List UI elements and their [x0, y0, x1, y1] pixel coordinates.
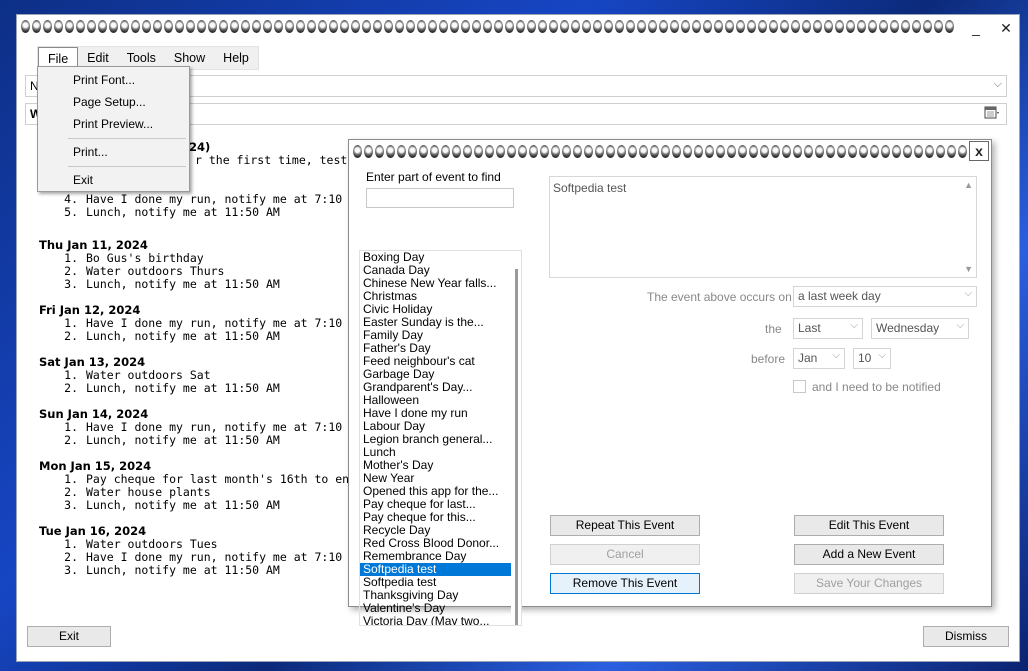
event-row: 1. Pay cheque for last month's 16th to en… [64, 472, 369, 486]
before-month-select[interactable]: Jan ⌵ [793, 348, 845, 369]
list-item[interactable]: Victoria Day (May two... [360, 615, 521, 626]
event-row: 1. Water outdoors Sat [64, 368, 211, 382]
scrollbar-thumb[interactable] [515, 269, 518, 625]
dialog-body: Enter part of event to find Boxing Day Ca… [353, 166, 989, 626]
calendar-icon[interactable] [984, 105, 1000, 124]
day-header: Fri Jan 12, 2024 [39, 303, 141, 317]
event-row: 4. Have I done my run, notify me at 7:10 … [64, 192, 363, 206]
menu-separator [68, 138, 186, 139]
spiral-binding [349, 140, 969, 162]
day-group: Mon Jan 15, 2024 1. Pay cheque for last mo… [39, 459, 369, 512]
before-day-select[interactable]: 10 ⌵ [853, 348, 891, 369]
event-row: 3. Lunch, notify me at 11:50 AM [64, 498, 280, 512]
the-label: the [765, 322, 782, 336]
menu-help[interactable]: Help [214, 47, 258, 69]
minimize-button[interactable]: _ [965, 17, 987, 39]
notify-label: and I need to be notified [812, 380, 941, 394]
remove-event-button[interactable]: Remove This Event [550, 573, 700, 594]
day-group: Sat Jan 13, 2024 1. Water outdoors Sat 2. Lu… [39, 355, 369, 395]
event-listbox[interactable]: Boxing Day Canada Day Chinese New Year fal… [359, 250, 522, 626]
scroll-down-icon[interactable]: ▼ [964, 264, 973, 274]
menu-item-page-setup[interactable]: Page Setup... [73, 95, 146, 109]
find-input[interactable] [366, 188, 514, 208]
listbox-scrollbar[interactable] [511, 251, 521, 625]
day-header: Mon Jan 15, 2024 [39, 459, 152, 473]
menu-separator [68, 166, 186, 167]
dismiss-button[interactable]: Dismiss [923, 626, 1009, 647]
day-group: Sun Jan 14, 2024 1. Have I done my run, no… [39, 407, 369, 447]
menu-item-print-preview[interactable]: Print Preview... [73, 117, 153, 131]
event-row: 2. Have I done my run, notify me at 7:10 … [64, 550, 363, 564]
spiral-binding [17, 15, 963, 37]
before-label: before [751, 352, 786, 366]
add-event-button[interactable]: Add a New Event [794, 544, 944, 565]
file-menu-dropdown: Print Font... Page Setup... Print Previe… [37, 66, 190, 192]
dialog-close-button[interactable]: x [969, 141, 989, 161]
day-header: Sun Jan 14, 2024 [39, 407, 149, 421]
event-row: 1. Water outdoors Tues [64, 537, 218, 551]
event-row: 2. Water house plants [64, 485, 211, 499]
chevron-down-icon: ⌵ [832, 350, 840, 361]
event-row: 2. Water outdoors Thurs [64, 264, 225, 278]
day-header: Thu Jan 11, 2024 [39, 238, 148, 252]
day-group: Fri Jan 12, 2024 1. Have I done my run, no… [39, 303, 369, 343]
event-row: 2. Lunch, notify me at 11:50 AM [64, 433, 280, 447]
chevron-down-icon: ⌵ [878, 350, 886, 361]
day-header-partial: 24) [189, 140, 211, 154]
chevron-down-icon: ⌵ [850, 320, 858, 331]
scroll-up-icon[interactable]: ▲ [964, 180, 973, 190]
the-weekday-select[interactable]: Wednesday ⌵ [871, 318, 969, 339]
event-row: 5. Lunch, notify me at 11:50 AM [64, 205, 280, 219]
event-row: 3. Lunch, notify me at 11:50 AM [64, 277, 280, 291]
chevron-down-icon: ⌵ [956, 320, 964, 331]
cancel-button[interactable]: Cancel [550, 544, 700, 565]
occurs-select[interactable]: a last week day ⌵ [793, 286, 977, 307]
menu-item-exit[interactable]: Exit [73, 173, 93, 187]
event-list-items: Boxing Day Canada Day Chinese New Year fal… [360, 251, 521, 626]
day-group: Thu Jan 11, 2024 1. Bo Gus's birthday 2. Wat… [39, 238, 369, 291]
exit-button[interactable]: Exit [27, 626, 111, 647]
day-group: Tue Jan 16, 2024 1. Water outdoors Tues 2. H… [39, 524, 369, 577]
repeat-event-button[interactable]: Repeat This Event [550, 515, 700, 536]
day-header: Tue Jan 16, 2024 [39, 524, 147, 538]
description-text: Softpedia test [553, 181, 627, 195]
day-list: Thu Jan 11, 2024 1. Bo Gus's birthday 2. Wat… [39, 238, 369, 589]
event-row: 2. Lunch, notify me at 11:50 AM [64, 381, 280, 395]
calendar-list: 24) r the first time, testing notifi 4.H… [39, 138, 369, 623]
event-partial: r the first time, testing notifi [195, 153, 369, 167]
event-row: 1. Have I done my run, notify me at 7:10 … [64, 316, 363, 330]
save-changes-button[interactable]: Save Your Changes [794, 573, 944, 594]
event-dialog: x Enter part of event to find Boxing Day… [348, 139, 992, 626]
close-button[interactable]: ✕ [995, 17, 1017, 39]
occurs-label: The event above occurs on [647, 290, 792, 304]
chevron-down-icon: ⌵ [964, 288, 972, 299]
day-header: Sat Jan 13, 2024 [39, 355, 146, 369]
event-row: 3. Lunch, notify me at 11:50 AM [64, 563, 280, 577]
event-row: 1. Have I done my run, notify me at 7:10 … [64, 420, 363, 434]
description-textarea[interactable]: Softpedia test ▲ ▼ [549, 176, 977, 278]
menu-item-print[interactable]: Print... [73, 145, 108, 159]
edit-event-button[interactable]: Edit This Event [794, 515, 944, 536]
event-row: 2. Lunch, notify me at 11:50 AM [64, 329, 280, 343]
menu-item-print-font[interactable]: Print Font... [73, 73, 135, 87]
the-ordinal-select[interactable]: Last ⌵ [793, 318, 863, 339]
chevron-down-icon: ⌵ [993, 78, 1002, 90]
event-row: 1. Bo Gus's birthday [64, 251, 204, 265]
notify-checkbox[interactable] [793, 380, 806, 393]
find-label: Enter part of event to find [366, 170, 501, 184]
